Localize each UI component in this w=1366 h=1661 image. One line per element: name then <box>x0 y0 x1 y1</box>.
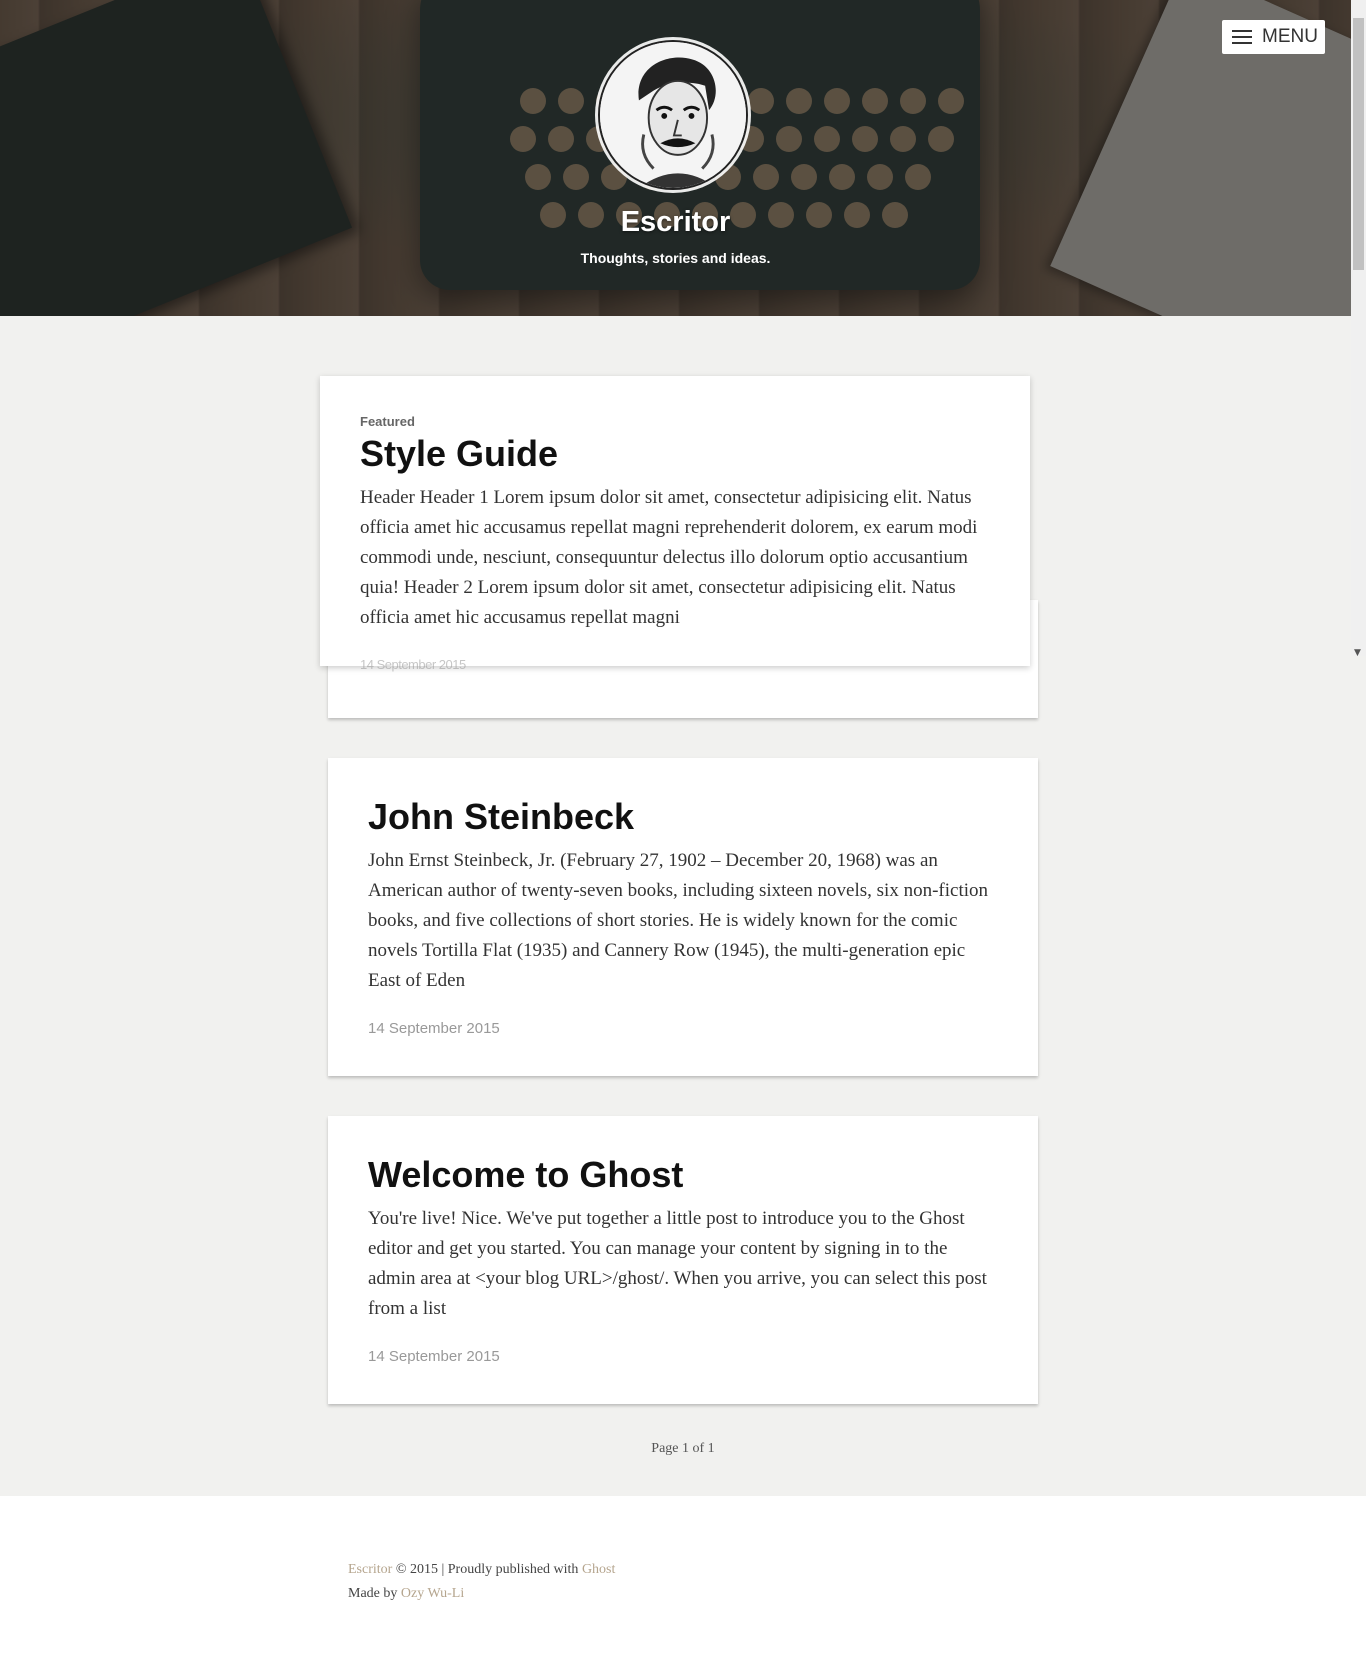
post-card[interactable]: John Steinbeck John Ernst Steinbeck, Jr.… <box>328 758 1038 1076</box>
post-title[interactable]: John Steinbeck <box>368 796 998 838</box>
scrollbar-thumb[interactable] <box>1353 18 1364 270</box>
footer-copyright-line: Escritor © 2015 | Proudly published with… <box>348 1558 615 1582</box>
site-footer: Escritor © 2015 | Proudly published with… <box>0 1496 1366 1661</box>
post-date: 14 September 2015 <box>360 657 466 672</box>
post-card-featured[interactable]: Featured Style Guide Header Header 1 Lor… <box>320 376 1030 666</box>
footer-copyright-text: © 2015 | Proudly published with <box>392 1562 582 1577</box>
footer-ghost-link[interactable]: Ghost <box>582 1562 615 1577</box>
footer-site-link[interactable]: Escritor <box>348 1562 392 1577</box>
author-avatar[interactable] <box>598 40 748 190</box>
post-date: 14 September 2015 <box>368 1020 500 1037</box>
menu-button-label: MENU <box>1262 26 1318 47</box>
post-excerpt: Header Header 1 Lorem ipsum dolor sit am… <box>360 487 978 628</box>
footer-made-by-text: Made by <box>348 1586 401 1601</box>
featured-badge: Featured <box>360 414 415 429</box>
scroll-down-arrow-icon[interactable]: ▼ <box>1354 648 1361 658</box>
post-excerpt: John Ernst Steinbeck, Jr. (February 27, … <box>368 850 989 991</box>
footer-author-link[interactable]: Ozy Wu-Li <box>401 1586 464 1601</box>
portrait-illustration <box>600 42 746 188</box>
post-title[interactable]: Style Guide <box>360 433 990 475</box>
post-excerpt: You're live! Nice. We've put together a … <box>368 1208 987 1319</box>
hamburger-icon <box>1232 30 1252 44</box>
pagination-status: Page 1 of 1 <box>651 1441 715 1456</box>
post-date: 14 September 2015 <box>368 1348 500 1365</box>
menu-button[interactable]: MENU <box>1222 20 1325 54</box>
post-card[interactable]: Welcome to Ghost You're live! Nice. We'v… <box>328 1116 1038 1404</box>
post-title[interactable]: Welcome to Ghost <box>368 1154 998 1196</box>
site-description: Thoughts, stories and ideas. <box>580 250 771 266</box>
hero-header: Escritor Thoughts, stories and ideas. ME… <box>0 0 1351 316</box>
site-title[interactable]: Escritor <box>0 206 1351 239</box>
footer-credit-line: Made by Ozy Wu-Li <box>348 1582 615 1606</box>
